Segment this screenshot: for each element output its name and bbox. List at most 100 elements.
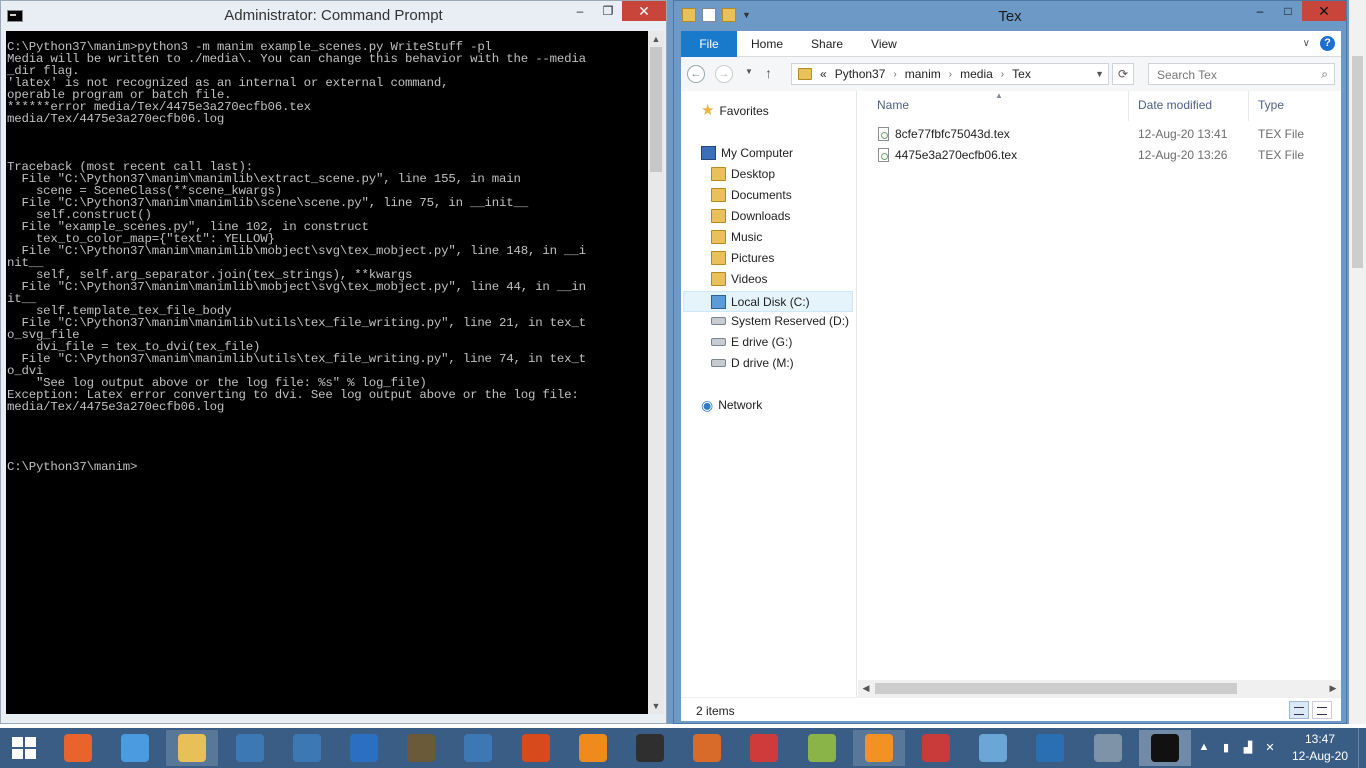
nav-documents-label: Documents — [731, 188, 792, 202]
nav-d-drive-label: D drive (M:) — [731, 356, 794, 370]
console-output[interactable]: C:\Python37\manim>python3 -m manim examp… — [6, 31, 648, 714]
explorer-titlebar[interactable]: ▼ Tex – □ ✕ — [674, 1, 1346, 31]
taskbar-chess-button[interactable] — [624, 730, 676, 766]
taskbar-clock[interactable]: 13:47 12-Aug-20 — [1286, 731, 1354, 765]
maximize-button[interactable]: □ — [1274, 1, 1302, 21]
forward-button[interactable]: → — [715, 65, 733, 83]
refresh-button[interactable]: ⟳ — [1112, 63, 1134, 85]
scroll-down-icon[interactable]: ▼ — [648, 698, 664, 714]
nav-e-drive-g[interactable]: E drive (G:) — [711, 335, 792, 349]
navigation-pane[interactable]: ★ Favorites My Computer Desktop Document… — [681, 91, 857, 697]
nav-network[interactable]: ◉ Network — [701, 398, 762, 412]
nav-downloads[interactable]: Downloads — [711, 209, 790, 223]
taskbar-notepad-plus-button[interactable] — [796, 730, 848, 766]
taskbar-powershell-button[interactable] — [1024, 730, 1076, 766]
column-header-name[interactable]: Name — [877, 98, 909, 112]
details-view-button[interactable] — [1289, 701, 1309, 719]
file-list[interactable]: ▲ Name Date modified Type 8cfe77fbfc7504… — [858, 91, 1341, 697]
file-row[interactable]: 4475e3a270ecfb06.tex 12-Aug-20 13:26 TEX… — [878, 145, 1338, 165]
python-idle-1-icon — [236, 734, 264, 762]
nav-d-drive-m[interactable]: D drive (M:) — [711, 356, 794, 370]
taskbar-stellarium-button[interactable] — [395, 730, 447, 766]
nav-desktop[interactable]: Desktop — [711, 167, 775, 181]
taskbar-thunderbird-button[interactable] — [338, 730, 390, 766]
signal-icon[interactable]: ▟ — [1242, 741, 1254, 755]
taskbar-snipping-tool-button[interactable] — [910, 730, 962, 766]
expand-ribbon-icon[interactable]: ∨ — [1303, 38, 1310, 49]
help-icon[interactable]: ? — [1320, 36, 1335, 51]
column-header-type[interactable]: Type — [1258, 98, 1284, 112]
taskbar-firefox-button[interactable] — [52, 730, 104, 766]
nav-local-disk-c-label: Local Disk (C:) — [731, 294, 810, 309]
drive-icon — [711, 338, 726, 346]
taskbar-python-idle-2-button[interactable] — [281, 730, 333, 766]
show-hidden-icons-icon[interactable]: ▲ — [1198, 741, 1210, 755]
taskbar-vlc-button[interactable] — [567, 730, 619, 766]
file-list-horizontal-scrollbar[interactable]: ◀ ▶ — [858, 680, 1341, 697]
nav-favorites[interactable]: ★ Favorites — [701, 103, 769, 118]
tab-share[interactable]: Share — [797, 31, 857, 57]
breadcrumb-media[interactable]: media — [960, 67, 993, 81]
file-row[interactable]: 8cfe77fbfc75043d.tex 12-Aug-20 13:41 TEX… — [878, 124, 1338, 144]
column-header-date-modified[interactable]: Date modified — [1138, 98, 1212, 112]
taskbar-matlab-button[interactable] — [681, 730, 733, 766]
file-name: 4475e3a270ecfb06.tex — [895, 148, 1018, 162]
address-bar[interactable]: « Python37 › manim › media › Tex ▼ — [791, 63, 1109, 85]
breadcrumb-separator-icon[interactable]: › — [949, 69, 952, 80]
cmd-vertical-scrollbar[interactable]: ▲ ▼ — [648, 31, 664, 714]
nav-music[interactable]: Music — [711, 230, 762, 244]
column-divider[interactable] — [1248, 91, 1249, 121]
maximize-button[interactable]: ❐ — [594, 1, 622, 21]
nav-local-disk-c[interactable]: Local Disk (C:) — [683, 291, 853, 312]
taskbar-media-player-button[interactable] — [109, 730, 161, 766]
tab-home[interactable]: Home — [737, 31, 797, 57]
breadcrumb-manim[interactable]: manim — [905, 67, 941, 81]
network-icon: ◉ — [701, 397, 714, 413]
taskbar-paint-button[interactable] — [967, 730, 1019, 766]
start-button[interactable] — [12, 737, 36, 759]
up-button[interactable]: ↑ — [765, 65, 772, 81]
taskbar-file-explorer-button[interactable] — [166, 730, 218, 766]
background-scroll-thumb[interactable] — [1352, 56, 1363, 268]
breadcrumb-overflow[interactable]: « — [820, 67, 827, 81]
nav-pictures[interactable]: Pictures — [711, 251, 774, 265]
search-icon: ⌕ — [1321, 67, 1328, 81]
address-dropdown-icon[interactable]: ▼ — [1095, 69, 1104, 79]
close-button[interactable]: ✕ — [1302, 1, 1346, 21]
tab-file[interactable]: File — [681, 30, 737, 57]
cmd-titlebar[interactable]: Administrator: Command Prompt – ❐ ✕ — [1, 1, 666, 31]
minimize-button[interactable]: – — [566, 1, 594, 21]
taskbar-sublime-text-button[interactable] — [853, 730, 905, 766]
scroll-right-icon[interactable]: ▶ — [1325, 680, 1341, 697]
taskbar-command-prompt-button[interactable] — [1139, 730, 1191, 766]
taskbar-device-manager-button[interactable] — [1082, 730, 1134, 766]
recent-locations-icon[interactable]: ▼ — [745, 67, 753, 76]
back-button[interactable]: ← — [687, 65, 705, 83]
close-button[interactable]: ✕ — [622, 1, 666, 21]
taskbar-ms-office-button[interactable] — [510, 730, 562, 766]
show-desktop-button[interactable] — [1358, 728, 1366, 768]
battery-icon[interactable]: ▮ — [1220, 741, 1232, 755]
nav-system-reserved-d[interactable]: System Reserved (D:) — [711, 314, 849, 328]
volume-muted-icon[interactable]: ✕ — [1264, 741, 1276, 755]
background-window-scrollbar[interactable] — [1349, 0, 1366, 728]
scroll-up-icon[interactable]: ▲ — [648, 31, 664, 47]
breadcrumb-python37[interactable]: Python37 — [835, 67, 886, 81]
minimize-button[interactable]: – — [1246, 1, 1274, 21]
tab-view[interactable]: View — [857, 31, 911, 57]
nav-videos[interactable]: Videos — [711, 272, 767, 286]
large-icons-view-button[interactable] — [1312, 701, 1332, 719]
scroll-left-icon[interactable]: ◀ — [858, 680, 874, 697]
column-divider[interactable] — [1128, 91, 1129, 121]
breadcrumb-separator-icon[interactable]: › — [1001, 69, 1004, 80]
breadcrumb-tex[interactable]: Tex — [1012, 67, 1031, 81]
taskbar-python-idle-1-button[interactable] — [224, 730, 276, 766]
taskbar-python-idle-3-button[interactable] — [452, 730, 504, 766]
cmd-scroll-thumb[interactable] — [650, 47, 662, 172]
taskbar-geogebra-button[interactable] — [738, 730, 790, 766]
hscroll-thumb[interactable] — [875, 683, 1237, 694]
search-input[interactable]: Search Tex ⌕ — [1148, 63, 1335, 85]
nav-documents[interactable]: Documents — [711, 188, 792, 202]
nav-my-computer[interactable]: My Computer — [701, 146, 793, 160]
breadcrumb-separator-icon[interactable]: › — [893, 69, 896, 80]
